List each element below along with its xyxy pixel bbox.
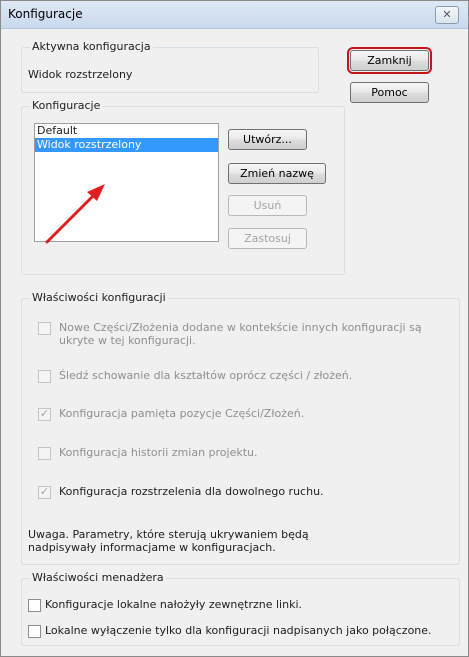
config-note: Uwaga. Parametry, które sterują ukrywani…	[28, 528, 309, 554]
active-config-value: Widok rozstrzelony	[28, 68, 133, 81]
help-button[interactable]: Pomoc	[350, 82, 429, 103]
checkbox[interactable]: ✓	[38, 407, 51, 421]
list-item[interactable]: Default	[35, 124, 218, 138]
checkbox[interactable]	[28, 625, 41, 638]
checkbox[interactable]	[38, 370, 51, 383]
checkbox[interactable]	[38, 447, 51, 460]
option-explode-any-motion[interactable]: ✓ Konfiguracja rozstrzelenia dla dowolne…	[38, 485, 438, 499]
config-properties-group: Właściwości konfiguracji Nowe Części/Zło…	[21, 291, 460, 565]
option-history[interactable]: Konfiguracja historii zmian projektu.	[38, 446, 438, 460]
active-config-legend: Aktywna konfiguracja	[30, 40, 153, 53]
option-hide-new-parts[interactable]: Nowe Części/Złożenia dodane w kontekście…	[38, 321, 438, 347]
checkmark-icon: ✓	[39, 485, 50, 498]
checkbox[interactable]: ✓	[38, 485, 51, 499]
config-properties-legend: Właściwości konfiguracji	[30, 291, 168, 304]
option-label: Konfiguracja historii zmian projektu.	[59, 446, 258, 459]
apply-button[interactable]: Zastosuj	[228, 228, 307, 249]
manager-properties-legend: Właściwości menadżera	[30, 571, 166, 584]
option-local-external-links[interactable]: Konfiguracje lokalne nałożyły zewnętrzne…	[28, 598, 448, 612]
option-label: Lokalne wyłączenie tylko dla konfiguracj…	[45, 624, 432, 637]
manager-properties-group: Właściwości menadżera Konfiguracje lokal…	[21, 571, 460, 646]
configurations-dialog: Konfiguracje ✕ Aktywna konfiguracja Wido…	[0, 0, 469, 657]
configurations-legend: Konfiguracje	[30, 99, 103, 112]
close-button[interactable]: Zamknij	[347, 47, 432, 74]
option-track-hide[interactable]: Śledź schowanie dla kształtów oprócz czę…	[38, 369, 438, 383]
create-button[interactable]: Utwórz...	[228, 129, 307, 150]
dialog-client: Aktywna konfiguracja Widok rozstrzelony …	[7, 34, 462, 651]
option-remember-positions[interactable]: ✓ Konfiguracja pamięta pozycje Części/Zł…	[38, 407, 438, 421]
rename-button[interactable]: Zmień nazwę	[228, 163, 326, 184]
checkmark-icon: ✓	[39, 407, 50, 420]
option-label: Nowe Części/Złożenia dodane w kontekście…	[59, 321, 422, 347]
list-item-selected[interactable]: Widok rozstrzelony	[35, 138, 218, 152]
option-label: Śledź schowanie dla kształtów oprócz czę…	[59, 369, 353, 382]
active-config-group: Aktywna konfiguracja Widok rozstrzelony	[21, 40, 319, 93]
option-label: Konfiguracja pamięta pozycje Części/Złoż…	[59, 407, 305, 420]
title-bar[interactable]: Konfiguracje ✕	[1, 1, 468, 29]
option-label: Konfiguracje lokalne nałożyły zewnętrzne…	[45, 598, 302, 611]
checkbox[interactable]	[28, 599, 41, 612]
checkbox[interactable]	[38, 322, 51, 335]
option-local-disable-connected[interactable]: Lokalne wyłączenie tylko dla konfiguracj…	[28, 624, 453, 638]
delete-button[interactable]: Usuń	[228, 195, 307, 216]
annotation-arrow-icon	[45, 184, 105, 244]
window-title: Konfiguracje	[8, 7, 83, 21]
close-icon[interactable]: ✕	[435, 6, 459, 24]
option-label: Konfiguracja rozstrzelenia dla dowolnego…	[59, 485, 324, 498]
